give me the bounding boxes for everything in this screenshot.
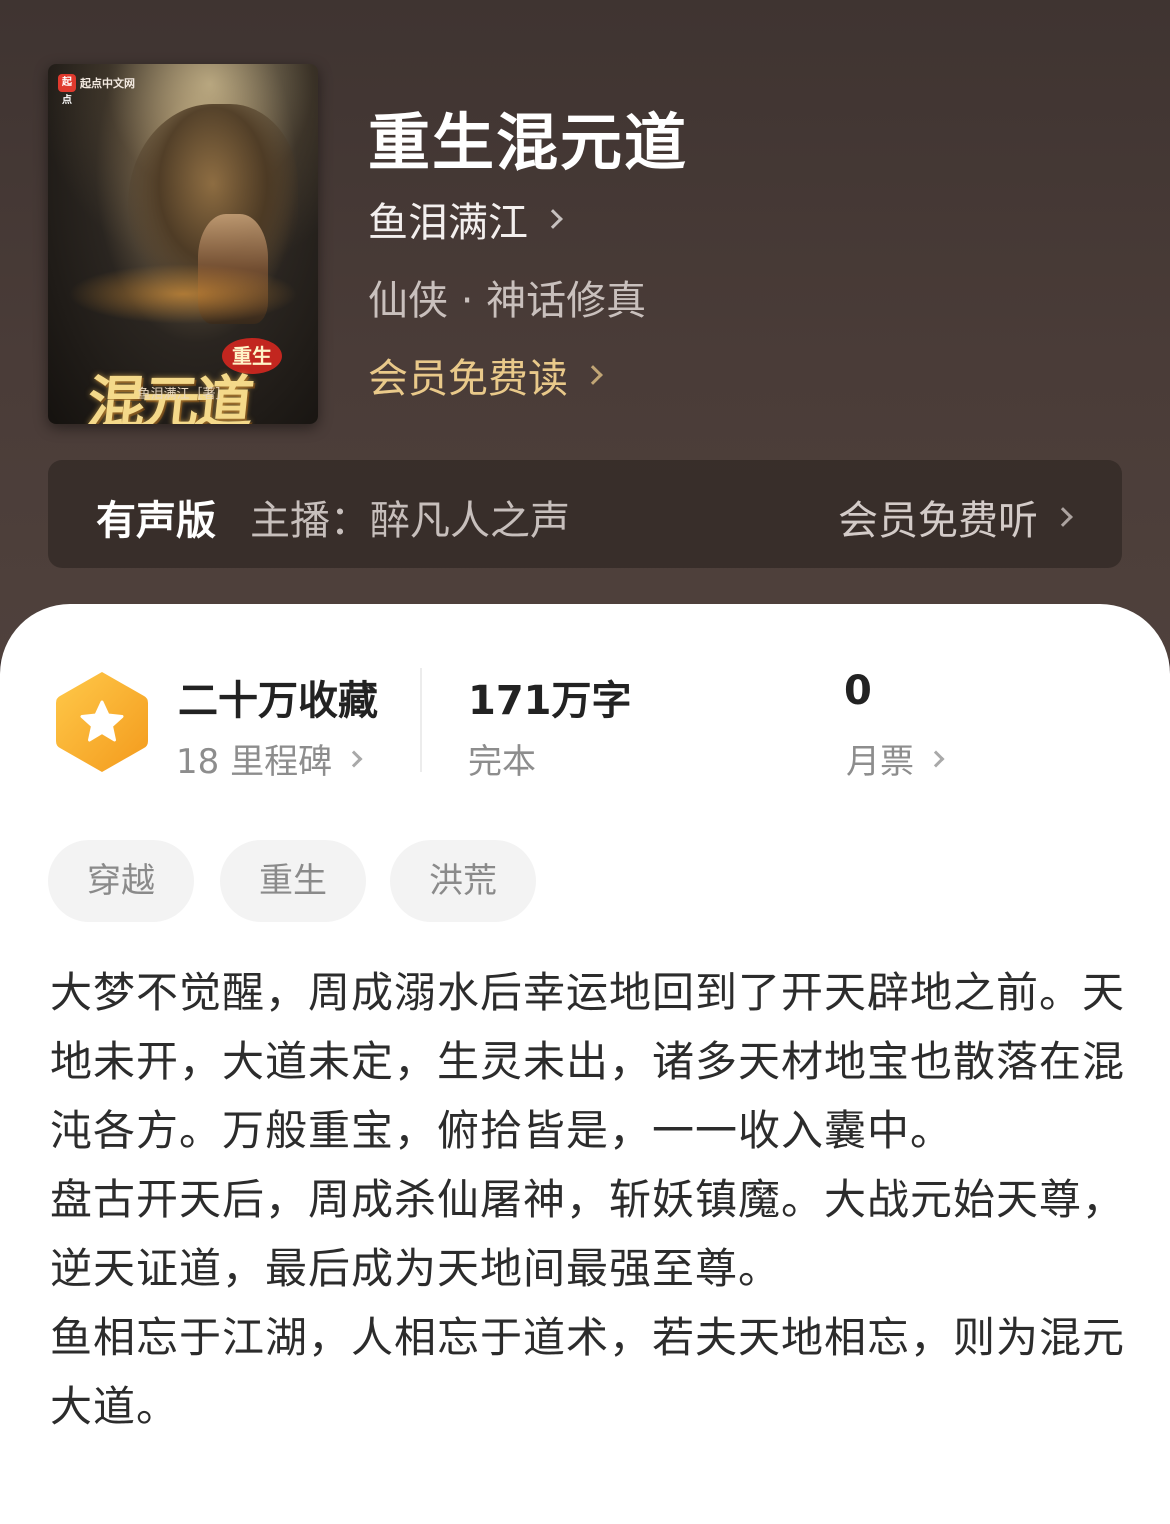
vip-read-link[interactable]: 会员免费读: [368, 346, 603, 404]
stat-divider: [420, 668, 422, 772]
author-name: 鱼泪满江: [368, 200, 528, 246]
tag-chip[interactable]: 重生: [220, 840, 366, 922]
description-paragraph: 盘古开天后，周成杀仙屠神，斩妖镇魔。大战元始天尊，逆天证道，最后成为天地间最强至…: [50, 1175, 1126, 1293]
tag-chip[interactable]: 穿越: [48, 840, 194, 922]
author-link[interactable]: 鱼泪满江: [368, 190, 563, 248]
publisher-logo: 起点 起点中文网: [56, 72, 141, 106]
cover-glow: [68, 264, 298, 324]
monthly-votes-label: 月票: [846, 742, 914, 782]
completion-status: 完本: [468, 742, 536, 782]
star-badge-icon: [56, 672, 148, 772]
vip-listen-link[interactable]: 会员免费听: [838, 488, 1073, 546]
monthly-votes-link[interactable]: 月票: [846, 734, 945, 783]
chevron-right-icon: [927, 750, 945, 767]
audiobook-bar[interactable]: 有声版 主播：醉凡人之声 会员免费听: [48, 460, 1122, 568]
favorites-count: 二十万收藏: [178, 678, 378, 724]
chevron-right-icon: [345, 750, 363, 767]
chevron-right-icon: [1053, 507, 1073, 527]
cover-author: 鱼泪满江［著］: [137, 387, 229, 402]
publisher-logo-text: 起点中文网: [80, 77, 135, 90]
book-genre: 仙侠 · 神话修真: [368, 278, 647, 324]
audiobook-host: 主播：醉凡人之声: [250, 498, 570, 544]
chevron-right-icon: [583, 365, 603, 385]
word-count: 171万字: [468, 678, 632, 724]
milestones-label: 18 里程碑: [176, 742, 333, 782]
publisher-logo-mark: 起点: [58, 74, 76, 106]
chevron-right-icon: [543, 209, 563, 229]
vip-listen-label: 会员免费听: [838, 498, 1038, 544]
description-paragraph: 鱼相忘于江湖，人相忘于道术，若夫天地相忘，则为混元大道。: [50, 1313, 1126, 1431]
description-paragraph: 大梦不觉醒，周成溺水后幸运地回到了开天辟地之前。天地未开，大道未定，生灵未出，诸…: [50, 968, 1126, 1155]
audiobook-label: 有声版: [96, 498, 216, 544]
book-cover[interactable]: 起点 起点中文网 重生 混元道 鱼泪满江［著］: [48, 64, 318, 424]
book-description: 大梦不觉醒，周成溺水后幸运地回到了开天辟地之前。天地未开，大道未定，生灵未出，诸…: [50, 958, 1130, 1441]
tag-chip[interactable]: 洪荒: [390, 840, 536, 922]
milestones-link[interactable]: 18 里程碑: [176, 734, 363, 783]
vip-read-label: 会员免费读: [368, 356, 568, 402]
book-title: 重生混元道: [368, 106, 689, 179]
monthly-votes-count: 0: [844, 668, 872, 714]
